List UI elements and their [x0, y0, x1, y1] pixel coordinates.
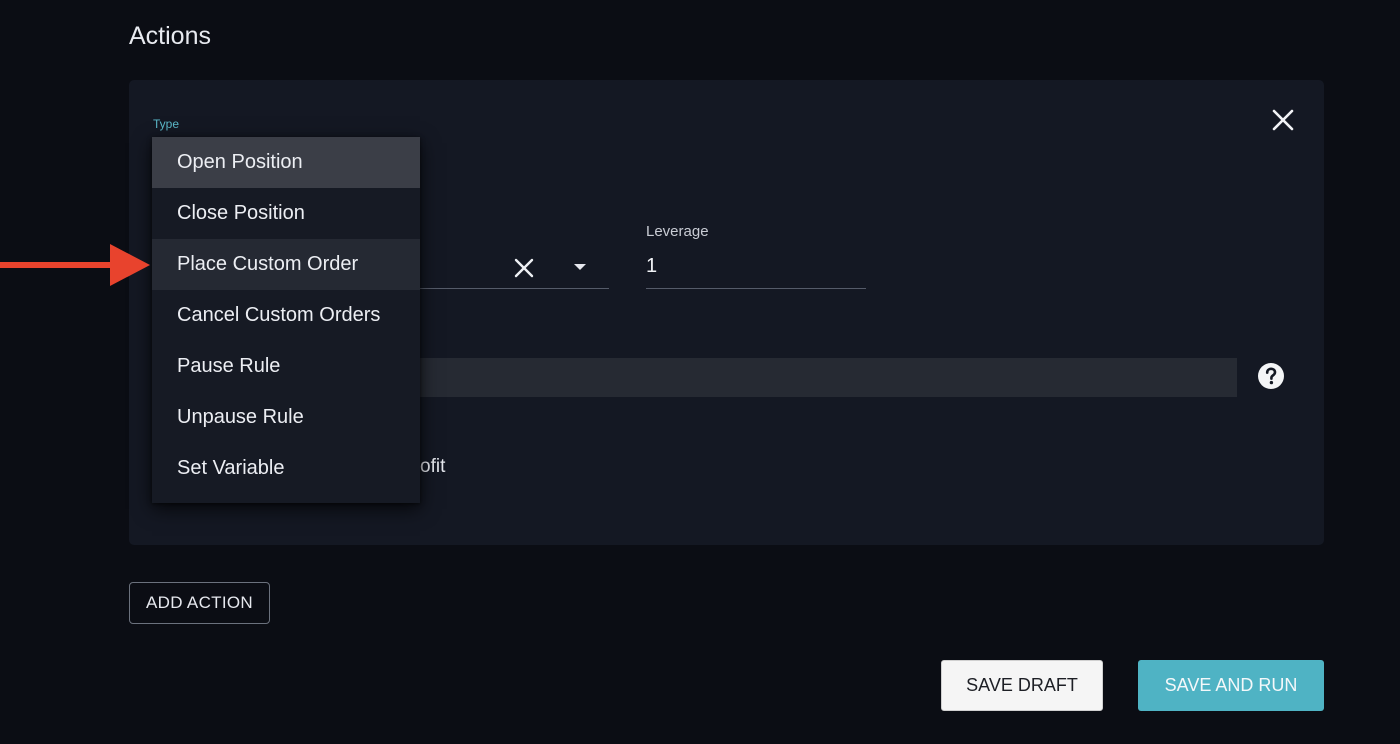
add-action-button[interactable]: ADD ACTION	[129, 582, 270, 624]
value-input-bar[interactable]	[420, 358, 1237, 397]
menu-item-cancel-custom-orders[interactable]: Cancel Custom Orders	[152, 290, 420, 341]
clear-icon[interactable]	[512, 256, 536, 280]
menu-item-unpause-rule[interactable]: Unpause Rule	[152, 392, 420, 443]
section-title: Actions	[129, 22, 211, 50]
leverage-underline	[646, 288, 866, 289]
pointer-arrow-icon	[0, 244, 150, 286]
leverage-input[interactable]: 1	[646, 255, 657, 278]
help-icon[interactable]	[1257, 362, 1285, 390]
partial-option-text: ofit	[420, 456, 446, 477]
menu-item-place-custom-order[interactable]: Place Custom Order	[152, 239, 420, 290]
action-type-dropdown: Open Position Close Position Place Custo…	[152, 137, 420, 503]
menu-item-set-variable[interactable]: Set Variable	[152, 443, 420, 494]
page: Actions Type Leverage 1 ofit Open Positi…	[0, 0, 1400, 744]
save-draft-button[interactable]: SAVE DRAFT	[941, 660, 1103, 711]
menu-item-close-position[interactable]: Close Position	[152, 188, 420, 239]
leverage-label: Leverage	[646, 223, 709, 240]
type-field-label: Type	[153, 117, 180, 131]
menu-item-pause-rule[interactable]: Pause Rule	[152, 341, 420, 392]
caret-down-icon[interactable]	[574, 264, 586, 270]
save-and-run-button[interactable]: SAVE AND RUN	[1138, 660, 1324, 711]
menu-item-open-position[interactable]: Open Position	[152, 137, 420, 188]
close-icon[interactable]	[1270, 107, 1296, 133]
market-select-underline[interactable]	[420, 288, 609, 289]
